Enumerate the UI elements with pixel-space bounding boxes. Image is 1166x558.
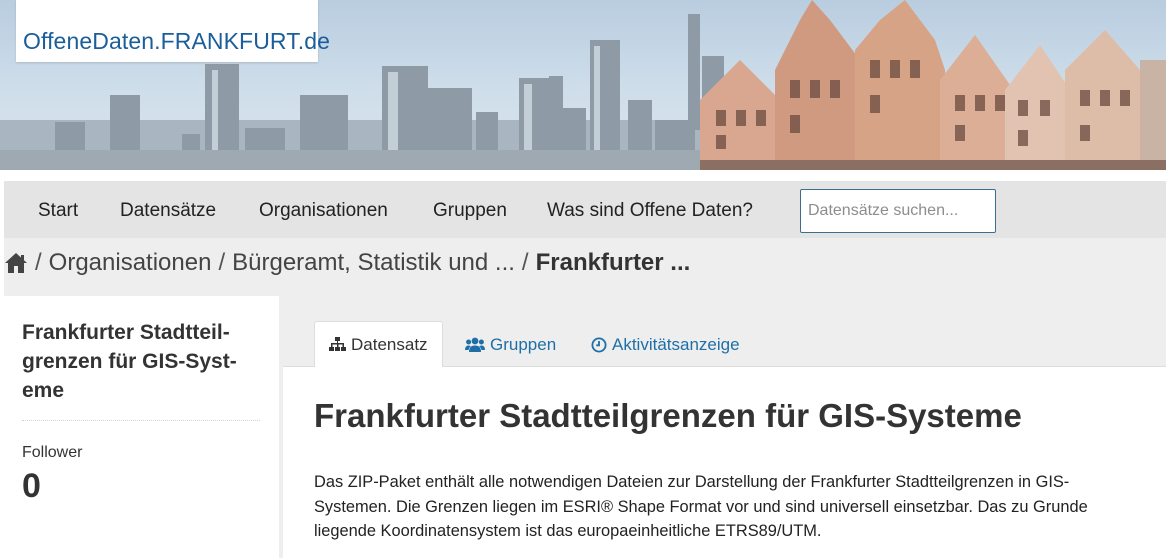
breadcrumb-current[interactable]: Frankfurter ...: [536, 249, 691, 277]
dataset-content: Frankfurter Stadtteilgrenzen für GIS-Sys…: [283, 367, 1166, 558]
tab-datensatz[interactable]: Datensatz: [314, 321, 443, 368]
breadcrumb-separator: /: [218, 249, 226, 276]
search-input[interactable]: [800, 189, 996, 233]
breadcrumb-organisationen[interactable]: Organisationen: [49, 249, 212, 277]
header-banner: OffeneDaten.FRANKFURT.de: [0, 0, 1166, 170]
tab-bar: Datensatz Gruppen Aktivitätsanzeige: [283, 296, 1166, 368]
breadcrumb-separator: /: [521, 249, 529, 276]
dataset-description: Das ZIP-Paket enthält alle notwendigen D…: [314, 473, 1088, 540]
breadcrumb-organization[interactable]: Bürgeramt, Statistik und ...: [232, 249, 515, 277]
tab-label: Datensatz: [351, 334, 428, 354]
tab-label: Aktivitätsanzeige: [612, 334, 740, 354]
follower-count: 0: [22, 467, 41, 505]
tab-label: Gruppen: [490, 334, 557, 354]
dataset-title: Frankfurter Stadtteilgrenzen für GIS-Sys…: [314, 397, 1022, 434]
nav-datensaetze[interactable]: Datensätze: [120, 200, 216, 222]
nav-offene-daten[interactable]: Was sind Offene Daten?: [547, 200, 753, 222]
nav-organisationen[interactable]: Organisationen: [259, 200, 388, 222]
main-navigation: Start Datensätze Organisationen Gruppen …: [4, 181, 1166, 238]
main-panel: Datensatz Gruppen Aktivitätsanzeige Fran…: [283, 296, 1166, 558]
sidebar-dataset-title: Frankfurter Stadtteil­grenzen für GIS-Sy…: [22, 321, 237, 402]
users-icon: [465, 337, 485, 352]
follower-label: Follower: [22, 444, 83, 461]
clock-icon: [591, 337, 607, 352]
nav-gruppen[interactable]: Gruppen: [433, 200, 507, 222]
tab-aktivitaetsanzeige[interactable]: Aktivitätsanzeige: [591, 321, 740, 368]
breadcrumb-separator: /: [35, 249, 42, 276]
tab-gruppen[interactable]: Gruppen: [465, 321, 556, 368]
sidebar: Frankfurter Stadtteil­grenzen für GIS-Sy…: [4, 296, 279, 558]
nav-start[interactable]: Start: [38, 200, 78, 222]
logo-text[interactable]: OffeneDaten.FRANKFURT.de: [23, 28, 330, 55]
sitemap-icon: [329, 337, 346, 351]
sidebar-divider: [22, 420, 260, 421]
site-logo[interactable]: OffeneDaten.FRANKFURT.de: [16, 0, 330, 62]
home-icon[interactable]: [4, 252, 28, 274]
breadcrumb: / Organisationen / Bürgeramt, Statistik …: [4, 238, 1166, 296]
